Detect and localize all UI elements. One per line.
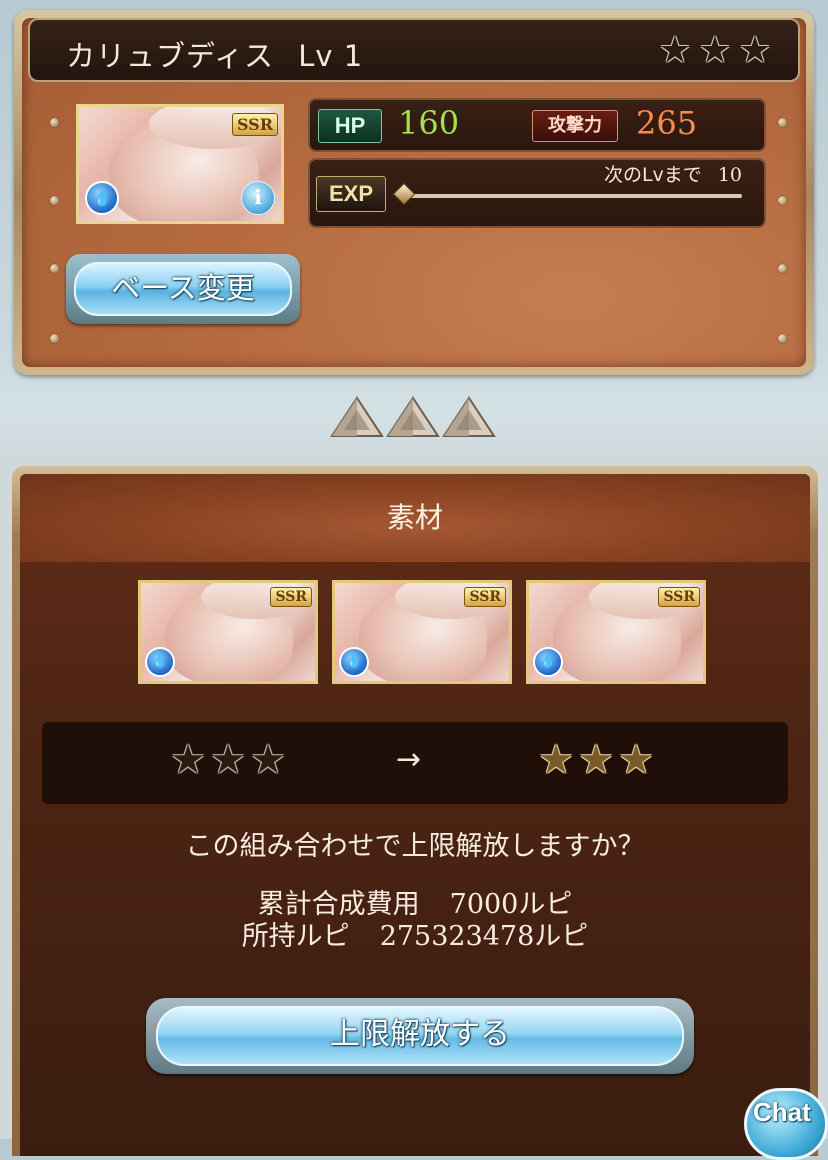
water-icon: 💧: [533, 647, 563, 677]
unlock-limit-label: 上限解放する: [156, 1006, 684, 1066]
exp-bar: [406, 194, 742, 198]
material-cards: SSR 💧 SSR 💧 SSR 💧: [138, 580, 706, 684]
materials-body: SSR 💧 SSR 💧 SSR 💧 ★ ★ ★ → ★ ★ ★ この組み合わせで…: [20, 562, 810, 1156]
materials-panel-inner: 素材 SSR 💧 SSR 💧 SSR 💧 ★ ★ ★ → ★ ★ ★ この組み合…: [20, 474, 810, 1156]
character-title-bar: カリュブディス Lv 1 ★ ★ ★: [28, 18, 800, 82]
materials-title: 素材: [386, 501, 443, 534]
character-level: Lv 1: [298, 39, 364, 73]
materials-panel: 素材 SSR 💧 SSR 💧 SSR 💧 ★ ★ ★ → ★ ★ ★ この組み合…: [12, 466, 818, 1156]
ssr-badge: SSR: [270, 587, 312, 607]
attack-value: 265: [636, 104, 698, 142]
ssr-badge: SSR: [464, 587, 506, 607]
arrow-right-icon: →: [396, 742, 422, 777]
material-card[interactable]: SSR 💧: [332, 580, 512, 684]
star-empty-icon: ★: [210, 737, 246, 783]
rivet-decoration: [778, 118, 787, 127]
unlock-limit-button[interactable]: 上限解放する: [146, 998, 694, 1074]
exp-label: EXP: [316, 176, 386, 212]
star-half-icon: ★: [538, 737, 574, 783]
chat-button[interactable]: Chat: [744, 1088, 828, 1160]
pyramid-icon: [442, 396, 496, 437]
base-change-label: ベース変更: [74, 262, 292, 316]
owned-rupie-line: 所持ルピ 275323478ルピ: [20, 914, 810, 953]
ssr-badge: SSR: [231, 113, 278, 136]
star-empty-icon: ★: [658, 30, 692, 71]
rivet-decoration: [778, 334, 787, 343]
star-empty-icon: ★: [698, 30, 732, 71]
materials-header: 素材: [20, 474, 810, 562]
water-icon: 💧: [145, 647, 175, 677]
uncap-stars: ★ ★ ★: [658, 30, 772, 71]
water-icon: 💧: [339, 647, 369, 677]
exp-bar-marker: [392, 182, 416, 206]
stars-after: ★ ★ ★: [538, 740, 654, 780]
water-icon: 💧: [85, 181, 119, 215]
owned-rupie-value: 275323478ルピ: [379, 921, 589, 952]
character-portrait[interactable]: SSR 💧 i: [76, 104, 284, 224]
next-level-value: 10: [717, 164, 742, 186]
pyramid-icon: [386, 396, 440, 437]
rivet-decoration: [778, 196, 787, 205]
ssr-badge: SSR: [658, 587, 700, 607]
attack-label: 攻撃力: [532, 110, 618, 142]
pyramid-icon: [330, 396, 384, 437]
rivet-decoration: [50, 264, 59, 273]
star-half-icon: ★: [618, 737, 654, 783]
rivet-decoration: [50, 118, 59, 127]
next-level-label: 次のLvまで: [603, 164, 702, 186]
material-card[interactable]: SSR 💧: [526, 580, 706, 684]
character-name-text: カリュブディス: [66, 39, 274, 73]
hp-attack-box: HP 160 攻撃力 265: [308, 98, 766, 152]
star-empty-icon: ★: [250, 737, 286, 783]
hp-value: 160: [398, 104, 460, 142]
stars-before: ★ ★ ★: [170, 740, 286, 780]
owned-rupie-label: 所持ルピ: [241, 921, 350, 952]
rank-pyramids: [330, 396, 496, 440]
rivet-decoration: [778, 264, 787, 273]
exp-box: EXP 次のLvまで 10: [308, 158, 766, 228]
base-change-button[interactable]: ベース変更: [66, 254, 300, 324]
star-empty-icon: ★: [738, 30, 772, 71]
info-icon[interactable]: i: [241, 181, 275, 215]
star-half-icon: ★: [578, 737, 614, 783]
rivet-decoration: [50, 334, 59, 343]
next-level-text: 次のLvまで 10: [604, 160, 742, 187]
confirm-question: この組み合わせで上限解放しますか？: [185, 831, 645, 862]
uncap-compare-box: ★ ★ ★ → ★ ★ ★: [42, 722, 788, 804]
hp-label: HP: [318, 109, 382, 143]
star-empty-icon: ★: [170, 737, 206, 783]
character-name: カリュブディス Lv 1: [66, 33, 363, 75]
rivet-decoration: [50, 196, 59, 205]
material-card[interactable]: SSR 💧: [138, 580, 318, 684]
